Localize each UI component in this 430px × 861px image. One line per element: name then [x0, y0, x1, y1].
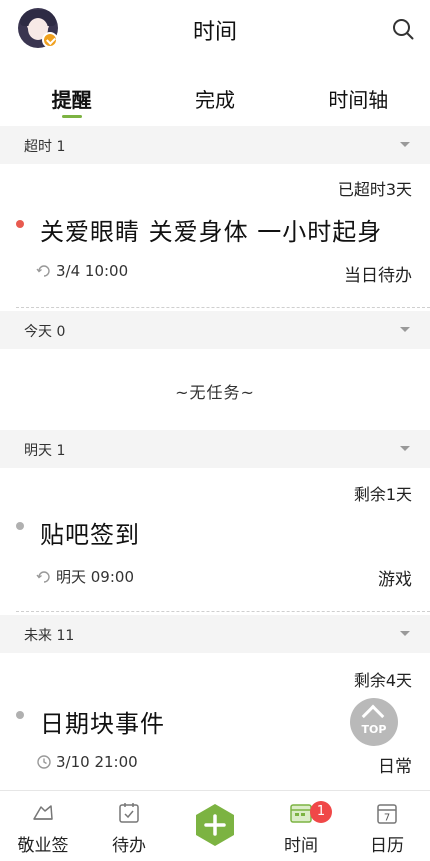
task-category: 游戏 [378, 570, 412, 590]
task-status: 剩余4天 [353, 671, 412, 690]
task-status: 已超时3天 [337, 180, 412, 199]
nav-item-notes[interactable]: 敬业签 [0, 791, 86, 861]
task-time: 3/10 21:00 [36, 753, 138, 771]
group-label: 今天 0 [24, 324, 66, 340]
calendar-icon: 7 [377, 804, 397, 824]
tab-reminders[interactable]: 提醒 [0, 62, 143, 126]
task-time: 3/4 10:00 [36, 262, 128, 280]
clock-icon [37, 755, 51, 769]
divider [16, 611, 430, 612]
priority-dot-icon [16, 220, 24, 228]
group-label: 未来 11 [24, 628, 75, 644]
divider [16, 307, 430, 308]
top-label: TOP [361, 723, 387, 736]
add-task-button[interactable] [193, 803, 237, 847]
back-to-top-button[interactable]: TOP [350, 698, 398, 746]
nav-label: 时间 [284, 836, 318, 856]
nav-label: 日历 [370, 836, 404, 856]
group-label: 超时 1 [24, 139, 66, 155]
nav-label: 待办 [112, 836, 146, 856]
priority-dot-icon [16, 711, 24, 719]
repeat-clock-icon [36, 265, 50, 277]
notes-icon [33, 805, 53, 820]
group-header-today[interactable]: 今天 0 [0, 311, 430, 349]
calendar-day: 7 [384, 813, 390, 824]
task-title[interactable]: 贴吧签到 [40, 515, 140, 550]
nav-label: 敬业签 [17, 836, 69, 856]
repeat-clock-icon [36, 570, 50, 583]
nav-item-time[interactable]: 1 时间 [258, 791, 344, 861]
task-time-text: 3/10 21:00 [56, 753, 138, 771]
bottom-nav: 敬业签 待办 1 时间 7 日历 [0, 790, 430, 861]
caret-down-icon [400, 142, 410, 147]
caret-down-icon [400, 327, 410, 332]
task-time: 明天 09:00 [36, 566, 134, 587]
app-header: 时间 [0, 0, 430, 60]
task-category: 当日待办 [344, 266, 412, 286]
task-category: 日常 [378, 757, 412, 777]
task-status: 剩余1天 [353, 485, 412, 504]
task-title[interactable]: 日期块事件 [40, 704, 165, 739]
tab-completed[interactable]: 完成 [143, 62, 286, 126]
notification-badge: 1 [310, 801, 332, 823]
group-header-future[interactable]: 未来 11 [0, 615, 430, 653]
todo-check-icon [119, 803, 139, 823]
task-time-text: 3/4 10:00 [56, 262, 129, 280]
task-time-text: 明天 09:00 [56, 568, 134, 586]
caret-down-icon [400, 446, 410, 451]
group-header-overdue[interactable]: 超时 1 [0, 126, 430, 164]
task-title[interactable]: 关爱眼睛 关爱身体 一小时起身 [40, 212, 382, 247]
search-icon[interactable] [392, 18, 414, 40]
nav-item-todo[interactable]: 待办 [86, 791, 172, 861]
empty-message: ~无任务~ [175, 383, 255, 402]
group-header-tomorrow[interactable]: 明天 1 [0, 430, 430, 468]
nav-item-calendar[interactable]: 7 日历 [344, 791, 430, 861]
group-label: 明天 1 [24, 443, 66, 459]
tab-timeline[interactable]: 时间轴 [287, 62, 430, 126]
priority-dot-icon [16, 522, 24, 530]
caret-down-icon [400, 631, 410, 636]
page-title: 时间 [192, 20, 237, 45]
tab-bar: 提醒 完成 时间轴 [0, 62, 430, 126]
